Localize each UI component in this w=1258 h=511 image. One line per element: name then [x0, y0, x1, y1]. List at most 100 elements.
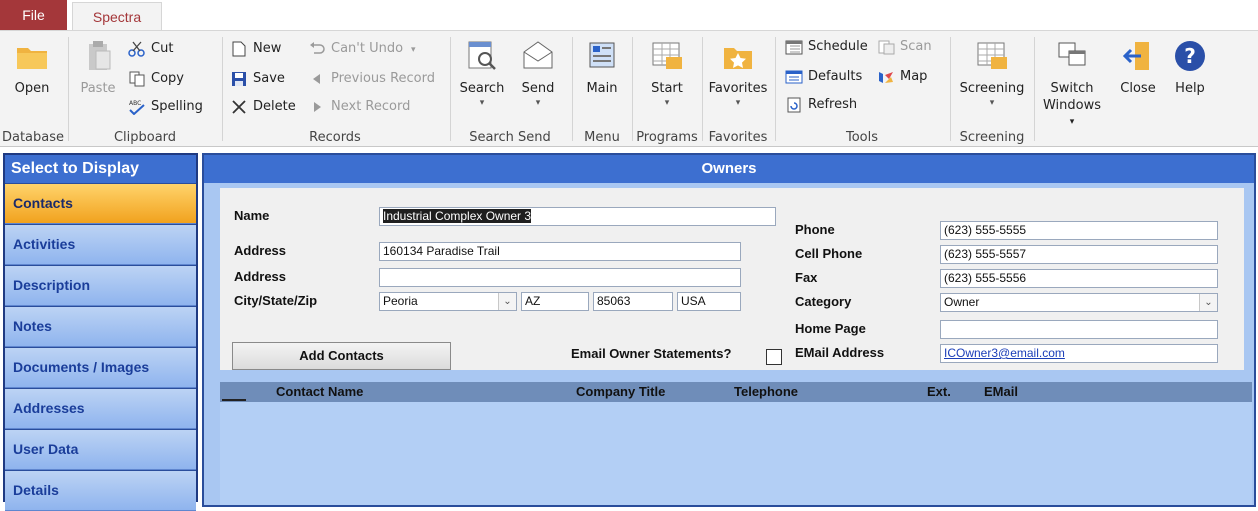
add-contacts-button[interactable]: Add Contacts: [232, 342, 451, 370]
group-database: Open Database: [0, 31, 66, 147]
address-label-2: Address: [234, 269, 287, 284]
address-field-1[interactable]: 160134 Paradise Trail: [379, 242, 741, 261]
column-header-company-title[interactable]: Company Title: [576, 384, 665, 399]
category-value: Owner: [944, 295, 980, 309]
map-icon: [877, 69, 895, 85]
group-label-records: Records: [309, 130, 361, 145]
city-combo[interactable]: Peoria ⌄: [379, 292, 517, 311]
row-selector[interactable]: [222, 399, 246, 401]
nav-item-details[interactable]: Details: [5, 471, 196, 511]
contacts-grid-body[interactable]: [220, 402, 1252, 505]
group-search-send: Search ▾ Send ▾ Search Send: [452, 31, 568, 147]
save-button[interactable]: Save: [230, 69, 285, 89]
copy-icon: [128, 71, 146, 87]
defaults-button[interactable]: Defaults: [785, 67, 862, 87]
folder-icon: [15, 39, 49, 73]
nav-item-contacts[interactable]: Contacts: [5, 184, 196, 224]
svg-text:?: ?: [1184, 44, 1196, 68]
cell-phone-field[interactable]: (623) 555-5557: [940, 245, 1218, 264]
new-button[interactable]: New: [230, 39, 281, 59]
spelling-label: Spelling: [151, 99, 203, 114]
city-dropdown-icon[interactable]: ⌄: [498, 293, 516, 310]
next-record-button[interactable]: Next Record: [308, 97, 410, 117]
home-page-field[interactable]: [940, 320, 1218, 339]
nav-item-description[interactable]: Description: [5, 266, 196, 306]
group-records: New Save Delete Can't Undo ▾ Previous Rec…: [224, 31, 446, 147]
fax-field[interactable]: (623) 555-5556: [940, 269, 1218, 288]
switch-windows-button[interactable]: Switch Windows ▾: [1040, 39, 1104, 128]
cant-undo-button[interactable]: Can't Undo ▾: [308, 39, 416, 59]
screening-label: Screening: [959, 81, 1025, 96]
address-field-2[interactable]: [379, 268, 741, 287]
svg-text:ABC: ABC: [129, 100, 141, 107]
phone-field[interactable]: (623) 555-5555: [940, 221, 1218, 240]
group-label-screening: Screening: [959, 130, 1025, 145]
scan-button[interactable]: Scan: [877, 37, 932, 57]
select-to-display-panel: Select to Display Contacts Activities De…: [3, 153, 198, 511]
column-header-telephone[interactable]: Telephone: [734, 384, 798, 399]
main-button[interactable]: Main: [580, 39, 624, 96]
save-label: Save: [253, 71, 285, 86]
column-header-contact-name[interactable]: Contact Name: [276, 384, 363, 399]
owners-panel: Owners Name Industrial Complex Owner 3 A…: [202, 153, 1256, 507]
nav-item-activities[interactable]: Activities: [5, 225, 196, 265]
nav-item-addresses[interactable]: Addresses: [5, 389, 196, 429]
refresh-icon: [785, 97, 803, 113]
nav-item-documents-images[interactable]: Documents / Images: [5, 348, 196, 388]
defaults-icon: [785, 69, 803, 85]
favorites-button[interactable]: Favorites ▾: [706, 39, 770, 108]
schedule-button[interactable]: Schedule: [785, 37, 868, 57]
category-dropdown-icon[interactable]: ⌄: [1199, 294, 1217, 311]
search-button[interactable]: Search ▾: [458, 39, 506, 108]
start-table-icon: [650, 39, 684, 73]
email-address-label: EMail Address: [795, 345, 885, 360]
group-programs: Start ▾ Programs: [634, 31, 700, 147]
zip-field[interactable]: 85063: [593, 292, 673, 311]
address-label-1: Address: [234, 243, 287, 258]
tab-file[interactable]: File: [0, 0, 67, 30]
group-label-favorites: Favorites: [708, 130, 768, 145]
email-owner-statements-checkbox[interactable]: [766, 349, 782, 365]
screening-button[interactable]: Screening ▾: [956, 39, 1028, 108]
page-title: Owners: [204, 155, 1254, 183]
city-state-zip-label: City/State/Zip: [234, 293, 318, 308]
close-button[interactable]: Close: [1116, 39, 1160, 96]
nav-item-user-data[interactable]: User Data: [5, 430, 196, 470]
country-field[interactable]: USA: [677, 292, 741, 311]
cut-button[interactable]: Cut: [128, 39, 173, 59]
ribbon: Open Database Paste Cut Copy ABC Spelling…: [0, 30, 1258, 147]
tab-spectra[interactable]: Spectra: [72, 2, 162, 30]
state-field[interactable]: AZ: [521, 292, 589, 311]
refresh-button[interactable]: Refresh: [785, 95, 857, 115]
home-page-label: Home Page: [795, 321, 866, 336]
group-tools: Schedule Scan Defaults Map Refresh Tools: [777, 31, 947, 147]
spelling-check-icon: ABC: [128, 99, 146, 115]
start-button[interactable]: Start ▾: [644, 39, 690, 108]
column-header-email[interactable]: EMail: [984, 384, 1018, 399]
schedule-label: Schedule: [808, 39, 868, 54]
copy-button[interactable]: Copy: [128, 69, 184, 89]
send-button[interactable]: Send ▾: [514, 39, 562, 108]
name-field[interactable]: Industrial Complex Owner 3: [379, 207, 776, 226]
paste-button[interactable]: Paste: [78, 39, 118, 96]
cut-label: Cut: [151, 41, 174, 56]
cell-phone-label: Cell Phone: [795, 246, 863, 261]
nav-item-notes[interactable]: Notes: [5, 307, 196, 347]
paste-label: Paste: [80, 81, 116, 96]
scan-label: Scan: [900, 39, 932, 54]
close-label: Close: [1120, 81, 1156, 96]
next-record-label: Next Record: [331, 99, 411, 114]
add-contacts-label: Add Contacts: [299, 348, 384, 363]
group-menu: Main Menu: [574, 31, 630, 147]
group-label-programs: Programs: [636, 130, 698, 145]
previous-record-button[interactable]: Previous Record: [308, 69, 435, 89]
delete-button[interactable]: Delete: [230, 97, 296, 117]
help-button[interactable]: ? Help: [1168, 39, 1212, 96]
map-button[interactable]: Map: [877, 67, 927, 87]
column-header-ext[interactable]: Ext.: [927, 384, 951, 399]
open-button[interactable]: Open: [10, 39, 54, 96]
spelling-button[interactable]: ABC Spelling: [128, 97, 203, 117]
email-address-field[interactable]: ICOwner3@email.com: [940, 344, 1218, 363]
group-screening: Screening ▾ Screening: [952, 31, 1032, 147]
category-combo[interactable]: Owner ⌄: [940, 293, 1218, 312]
